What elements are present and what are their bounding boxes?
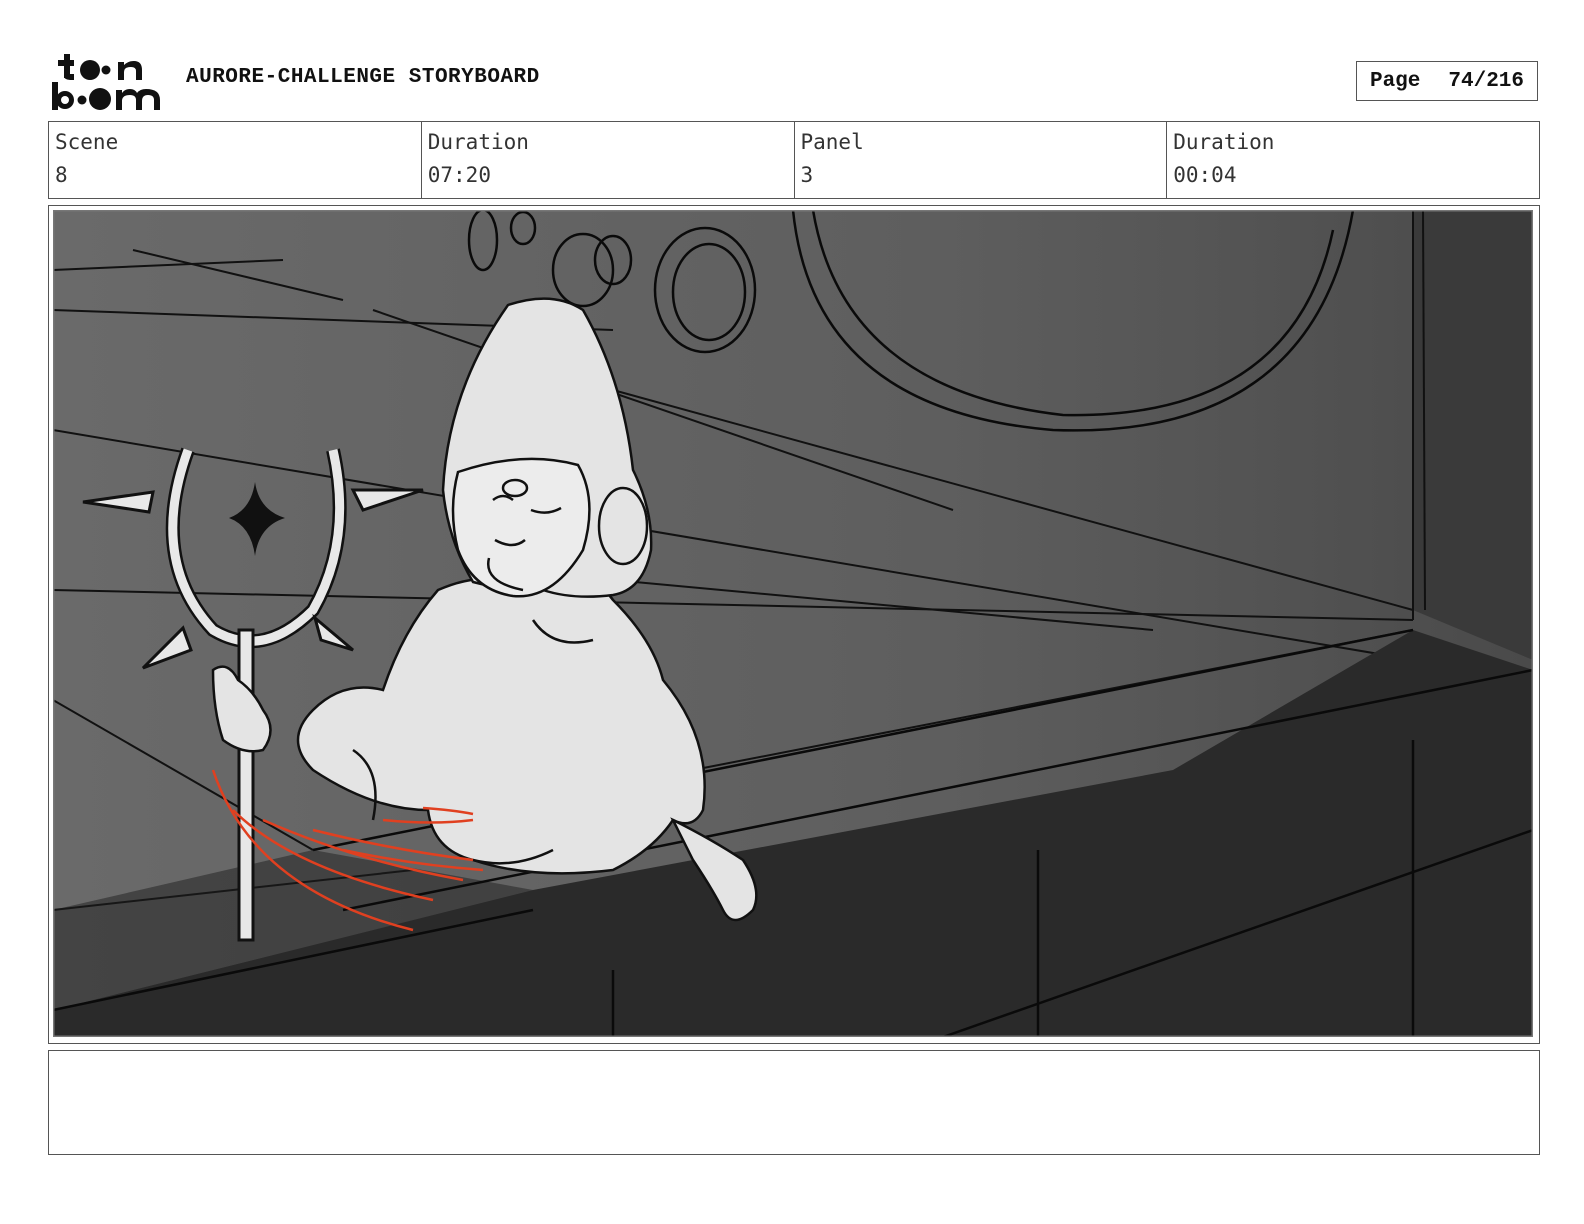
toon-boom-logo [50,50,166,112]
panel-duration-value: 00:04 [1173,163,1237,187]
scene-label: Scene [55,130,119,154]
scene-cell: Scene 8 [49,122,422,198]
scene-info-table: Scene 8 Duration 07:20 Panel 3 Duration … [48,121,1540,199]
storyboard-title: AURORE-CHALLENGE STORYBOARD [186,66,540,89]
scene-duration-value: 07:20 [427,163,491,187]
scene-duration-cell: Duration 07:20 [422,122,795,198]
panel-value: 3 [800,163,814,187]
scene-duration-label: Duration [427,130,529,154]
page-number: 74/216 [1448,69,1525,93]
panel-sketch [53,210,1533,1037]
panel-duration-label: Duration [1173,130,1275,154]
page-label: Page [1369,69,1421,93]
panel-cell: Panel 3 [795,122,1168,198]
page-indicator: Page 74/216 [1356,61,1538,101]
panel-duration-cell: Duration 00:04 [1167,122,1539,198]
panel-notes-box [48,1050,1540,1155]
storyboard-panel [48,205,1540,1044]
panel-label: Panel [800,130,864,154]
scene-value: 8 [55,163,68,187]
